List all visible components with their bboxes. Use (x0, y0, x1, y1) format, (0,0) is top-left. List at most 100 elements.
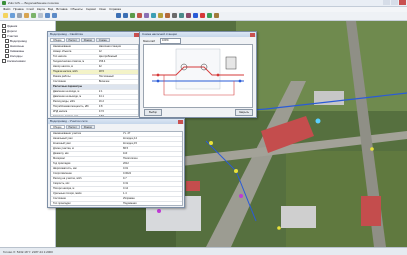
property-value[interactable]: 42 (99, 65, 137, 69)
copy-icon[interactable] (31, 13, 36, 18)
properties-grid[interactable]: Наименование Насосная станция Номер объект… (50, 44, 139, 117)
property-value[interactable]: 16.2 (99, 100, 137, 104)
property-value[interactable]: 0.0024 (123, 172, 181, 176)
close-button[interactable] (399, 0, 406, 5)
valve-tool-icon[interactable] (200, 13, 205, 18)
well-node[interactable] (370, 147, 374, 151)
property-value[interactable]: 0.12 (123, 187, 181, 191)
property-value[interactable]: Подземная (123, 202, 181, 205)
tank-symbol[interactable] (225, 56, 237, 70)
layer-checkbox[interactable] (2, 29, 6, 33)
layer-checkbox[interactable] (5, 49, 9, 53)
print-icon[interactable] (17, 13, 22, 18)
tab-mode[interactable]: Режим (80, 125, 95, 129)
layer-checkbox[interactable] (2, 59, 6, 63)
property-value[interactable]: 2012 (123, 162, 181, 166)
tab-general[interactable]: Общие (50, 38, 65, 42)
well-tool-icon[interactable] (214, 13, 219, 18)
open-icon[interactable] (3, 13, 8, 18)
tab-calc[interactable]: Расчет (65, 38, 80, 42)
property-value[interactable]: Постоянный (99, 75, 137, 79)
layer-item[interactable]: Насосные (5, 44, 24, 48)
property-value[interactable]: 2.1 (99, 90, 137, 94)
well-node[interactable] (209, 141, 213, 145)
network-icon[interactable] (186, 13, 191, 18)
layer-item[interactable]: Водопровод (5, 39, 27, 43)
layer-checkbox[interactable] (5, 39, 9, 43)
property-value[interactable]: Насосная станция (99, 45, 137, 49)
well-node[interactable] (234, 169, 238, 173)
property-value[interactable]: 0.84 (99, 115, 137, 116)
property-value[interactable]: 44.1 (99, 95, 137, 99)
valve-symbol[interactable] (216, 73, 220, 77)
pump-tool-icon[interactable] (207, 13, 212, 18)
tab-calc[interactable]: Расчет (65, 125, 80, 129)
layer-item[interactable]: Участки (2, 34, 18, 38)
draw-line-icon[interactable] (158, 13, 163, 18)
cut-icon[interactable] (24, 13, 29, 18)
property-value[interactable]: Уч. 27 (123, 132, 181, 136)
property-value[interactable]: 9.7 (123, 177, 181, 181)
property-value[interactable]: Исправен (123, 197, 181, 201)
zoom-in-icon[interactable] (116, 13, 121, 18)
save-icon[interactable] (10, 13, 15, 18)
tab-scheme[interactable]: Схема (95, 38, 110, 42)
property-value[interactable]: 0.31 (123, 182, 181, 186)
property-value[interactable]: 0.72 (99, 110, 137, 114)
property-value[interactable]: 110 (123, 152, 181, 156)
tab-mode[interactable]: Режим (80, 38, 95, 42)
valve-symbol[interactable] (156, 73, 160, 77)
property-value[interactable]: Колодец 14 (123, 137, 181, 141)
layer-item[interactable]: Колодцы (5, 54, 22, 58)
layer-checkbox[interactable] (2, 34, 6, 38)
calc-icon[interactable] (179, 13, 184, 18)
well-node[interactable] (277, 226, 281, 230)
pipe-tool-icon[interactable] (193, 13, 198, 18)
valve-symbol[interactable] (238, 79, 242, 83)
layer-item[interactable]: Скважины (5, 49, 24, 53)
undo-icon[interactable] (45, 13, 50, 18)
layer-checkbox[interactable] (2, 24, 6, 28)
info-icon[interactable] (144, 13, 149, 18)
select-button[interactable]: Выбор (144, 109, 162, 116)
maximize-button[interactable] (391, 0, 398, 5)
property-value[interactable]: 18.5 (99, 70, 137, 74)
pan-icon[interactable] (130, 13, 135, 18)
tab-general[interactable]: Общие (50, 125, 65, 129)
segment-grid[interactable]: Наименование участка Уч. 27 Начальный узел… (50, 131, 183, 206)
minimize-button[interactable] (383, 0, 390, 5)
layer-checkbox[interactable] (5, 54, 9, 58)
measure-icon[interactable] (151, 13, 156, 18)
property-row[interactable]: Скорость потока, м/с 0.84 (51, 115, 138, 116)
property-row[interactable]: Тип прокладки Подземная (51, 202, 182, 205)
property-value[interactable]: 86.5 (123, 147, 181, 151)
property-value[interactable]: 3.8 (99, 105, 137, 109)
scheme-canvas[interactable] (143, 44, 253, 108)
zoom-out-icon[interactable] (123, 13, 128, 18)
property-value[interactable]: Полиэтилен (123, 157, 181, 161)
property-value[interactable]: Включен (99, 80, 137, 84)
layer-item[interactable]: Дороги (2, 29, 17, 33)
draw-point-icon[interactable] (165, 13, 170, 18)
property-value[interactable]: 1.4 (123, 192, 181, 196)
property-value[interactable]: Колодец 15 (123, 142, 181, 146)
pump-node[interactable] (157, 209, 161, 213)
valve-symbol[interactable] (156, 79, 160, 83)
grid-icon[interactable] (172, 13, 177, 18)
layer-checkbox[interactable] (5, 44, 9, 48)
close-icon[interactable] (178, 119, 183, 124)
property-value[interactable]: 12 (99, 50, 137, 54)
close-button[interactable]: Закрыть (235, 109, 253, 116)
paste-icon[interactable] (38, 13, 43, 18)
property-value[interactable]: 156.4 (99, 60, 137, 64)
pump-node[interactable] (239, 194, 243, 198)
select-icon[interactable] (137, 13, 142, 18)
property-key: Номер объекта (53, 50, 72, 53)
redo-icon[interactable] (52, 13, 57, 18)
close-icon[interactable] (250, 32, 255, 37)
property-value[interactable]: 0.01 (123, 167, 181, 171)
property-value[interactable]: Центробежный (99, 55, 137, 59)
tank-node[interactable] (315, 118, 321, 124)
layer-item[interactable]: Здания (2, 24, 17, 28)
layer-item[interactable]: Космоснимок (2, 59, 26, 63)
